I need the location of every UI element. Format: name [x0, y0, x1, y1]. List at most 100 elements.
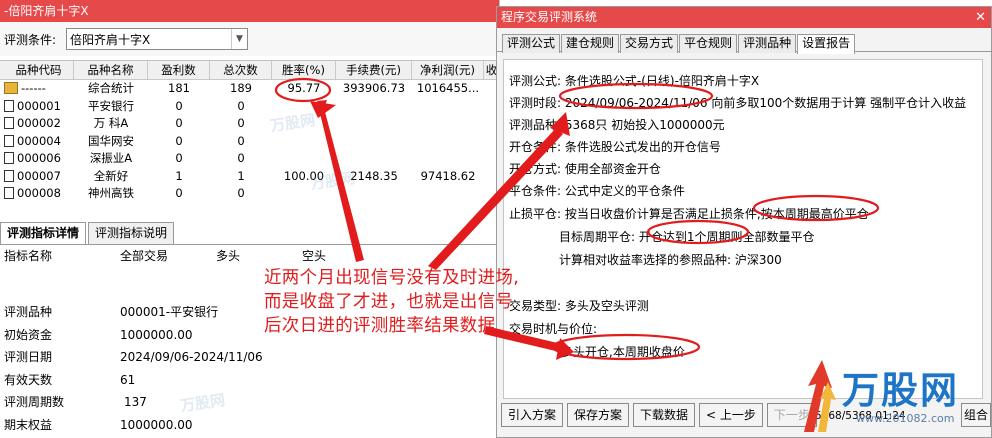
table-row[interactable]: 000001 平安银行 0 0: [0, 98, 499, 116]
report-key: 交易类型:: [509, 299, 562, 313]
tab-report[interactable]: 设置报告: [797, 34, 856, 54]
report-line: 计算相对收益率选择的参照品种: 沪深300: [559, 251, 782, 268]
chevron-down-icon[interactable]: ▼: [231, 29, 247, 49]
report-line: 开仓条件: 条件选股公式发出的开仓信号: [509, 138, 721, 155]
row-rate: 100.00: [283, 168, 325, 183]
left-title-bar: -倍阳齐肩十字X: [0, 0, 499, 22]
tab-close-rules[interactable]: 平仓规则: [679, 34, 738, 53]
summary-icon: [4, 82, 18, 94]
report-line: 交易类型: 多头及空头评测: [509, 297, 649, 314]
report-key: 评测品种:: [509, 118, 562, 132]
row-code: 000002: [17, 116, 61, 130]
report-value: 按当日收盘价计算是否满足止损条件,按本周期最高价平仓: [564, 207, 869, 221]
column-header[interactable]: 净利润(元): [412, 61, 484, 79]
column-header[interactable]: 手续费(元): [336, 61, 412, 79]
metrics-row[interactable]: 评测周期数 137: [0, 391, 499, 414]
table-row[interactable]: 000008 神州高铁 0 0: [0, 185, 499, 203]
tab-metrics-explain[interactable]: 评测指标说明: [88, 222, 175, 244]
row-profit: 97418.62: [420, 168, 476, 183]
column-header[interactable]: 品种代码: [0, 61, 74, 79]
row-total: 189: [230, 81, 252, 95]
row-profit: [412, 133, 484, 151]
row-name: 综合统计: [88, 81, 134, 95]
table-row[interactable]: 000002 万 科A 0 0: [0, 115, 499, 133]
document-icon: [4, 99, 14, 112]
column-header[interactable]: 品种名称: [74, 61, 148, 79]
report-line: 平仓条件: 公式中定义的平仓条件: [509, 182, 685, 199]
report-line: 开仓方式: 使用全部资金开仓: [509, 160, 661, 177]
row-win: 1: [175, 168, 183, 183]
close-icon[interactable]: ✕: [975, 7, 986, 28]
annotation-text: 近两个月出现信号没有及时进场, 而是收盘了才进，也就是出信号 后次日进的评测胜率…: [264, 266, 520, 338]
column-header[interactable]: 盈利数: [148, 61, 210, 79]
row-name: 平安银行: [88, 98, 134, 113]
save-plan-button[interactable]: 保存方案: [567, 403, 630, 427]
row-fee: [336, 98, 412, 116]
row-profit: [412, 150, 484, 168]
metrics-row[interactable]: 评测日期 2024/09/06-2024/11/06: [0, 346, 499, 369]
annotation-line: 近两个月出现信号没有及时进场,: [264, 268, 520, 288]
report-key: 开仓条件:: [509, 140, 562, 154]
metrics-row[interactable]: 有效天数 61: [0, 369, 499, 392]
filter-combo[interactable]: 倍阳齐肩十字X ▼: [66, 28, 248, 50]
left-window-title: -倍阳齐肩十字X: [4, 4, 89, 18]
download-data-button[interactable]: 下载数据: [633, 403, 696, 427]
column-header[interactable]: 胜率(%): [272, 61, 336, 79]
row-profit: [412, 115, 484, 133]
metric-value: 000001-平安银行: [120, 305, 219, 319]
tab-trade-mode[interactable]: 交易方式: [620, 34, 679, 53]
tab-metrics-detail[interactable]: 评测指标详情: [0, 222, 87, 244]
metric-value: 1000000.00: [120, 327, 193, 342]
results-table-header: 品种代码 品种名称 盈利数 总次数 胜率(%) 手续费(元) 净利润(元) 收: [0, 61, 499, 80]
report-line: 评测时段: 2024/09/06-2024/11/06 向前多取100个数据用于…: [509, 94, 966, 111]
metrics-row[interactable]: 期末权益 1000000.00: [0, 414, 499, 437]
brand-logo: 万股网 www.201082.com: [798, 354, 988, 438]
left-window: -倍阳齐肩十字X 评测条件: 倍阳齐肩十字X ▼ 品种代码 品种名称 盈利数 总…: [0, 0, 500, 438]
table-row[interactable]: 000007 全新好 1 1 100.00 2148.35 97418.62: [0, 168, 499, 186]
row-profit: 1016455...: [416, 81, 480, 95]
document-icon: [4, 117, 14, 129]
report-key: 平仓条件:: [509, 184, 562, 198]
tab-open-rules[interactable]: 建仓规则: [561, 34, 620, 53]
row-fee: 393906.73: [342, 81, 406, 95]
row-fee: [336, 185, 412, 203]
row-win: 0: [175, 116, 183, 130]
report-value: 公式中定义的平仓条件: [564, 184, 685, 198]
row-code: 000007: [17, 168, 61, 183]
logo-arrow-icon: [804, 360, 836, 432]
tab-symbols[interactable]: 评测品种: [738, 34, 797, 53]
table-row[interactable]: 000006 深振业A 0 0: [0, 150, 499, 168]
column-header[interactable]: 总次数: [210, 61, 272, 79]
document-icon: [4, 134, 14, 147]
row-name: 神州高铁: [88, 186, 134, 200]
report-line: 交易时机与价位:: [509, 320, 597, 337]
table-row[interactable]: ------ 综合统计 181 189 95.77 393906.73 1016…: [0, 80, 499, 98]
report-key: 评测公式:: [509, 74, 562, 88]
row-code: 000006: [17, 151, 61, 165]
right-window-title: 程序交易评测系统: [501, 10, 598, 24]
metric-value: 61: [120, 372, 136, 387]
row-name: 深振业A: [89, 151, 133, 165]
row-total: 0: [237, 186, 245, 200]
metric-key: 有效天数: [4, 372, 53, 387]
annotation-line: 后次日进的评测胜率结果数据: [264, 316, 496, 336]
row-win: 0: [175, 98, 183, 113]
table-row[interactable]: 000004 国华网安 0 0: [0, 133, 499, 151]
import-plan-button[interactable]: 引入方案: [501, 403, 564, 427]
report-value: 条件选股公式发出的开仓信号: [564, 140, 721, 154]
tab-formula[interactable]: 评测公式: [502, 34, 561, 53]
report-line: 目标周期平仓: 开仓达到1个周期则全部数量平仓: [559, 228, 815, 245]
row-rate: [272, 98, 336, 116]
metrics-col-all: 全部交易: [120, 249, 169, 263]
metrics-tabs: 评测指标详情 评测指标说明: [0, 222, 176, 244]
filter-label: 评测条件:: [4, 32, 57, 47]
row-fee: [336, 133, 412, 151]
report-line: 评测公式: 条件选股公式-(日线)-倍阳齐肩十字X: [509, 72, 759, 89]
prev-step-button[interactable]: < 上一步: [699, 403, 763, 427]
metric-value: 2024/09/06-2024/11/06: [120, 350, 263, 364]
row-code: 000001: [17, 98, 61, 113]
row-fee: [336, 115, 412, 133]
metric-value: 1000000.00: [120, 417, 193, 432]
report-key: 止损平仓:: [509, 207, 562, 221]
report-value: 5368只 初始投入1000000元: [564, 118, 725, 132]
